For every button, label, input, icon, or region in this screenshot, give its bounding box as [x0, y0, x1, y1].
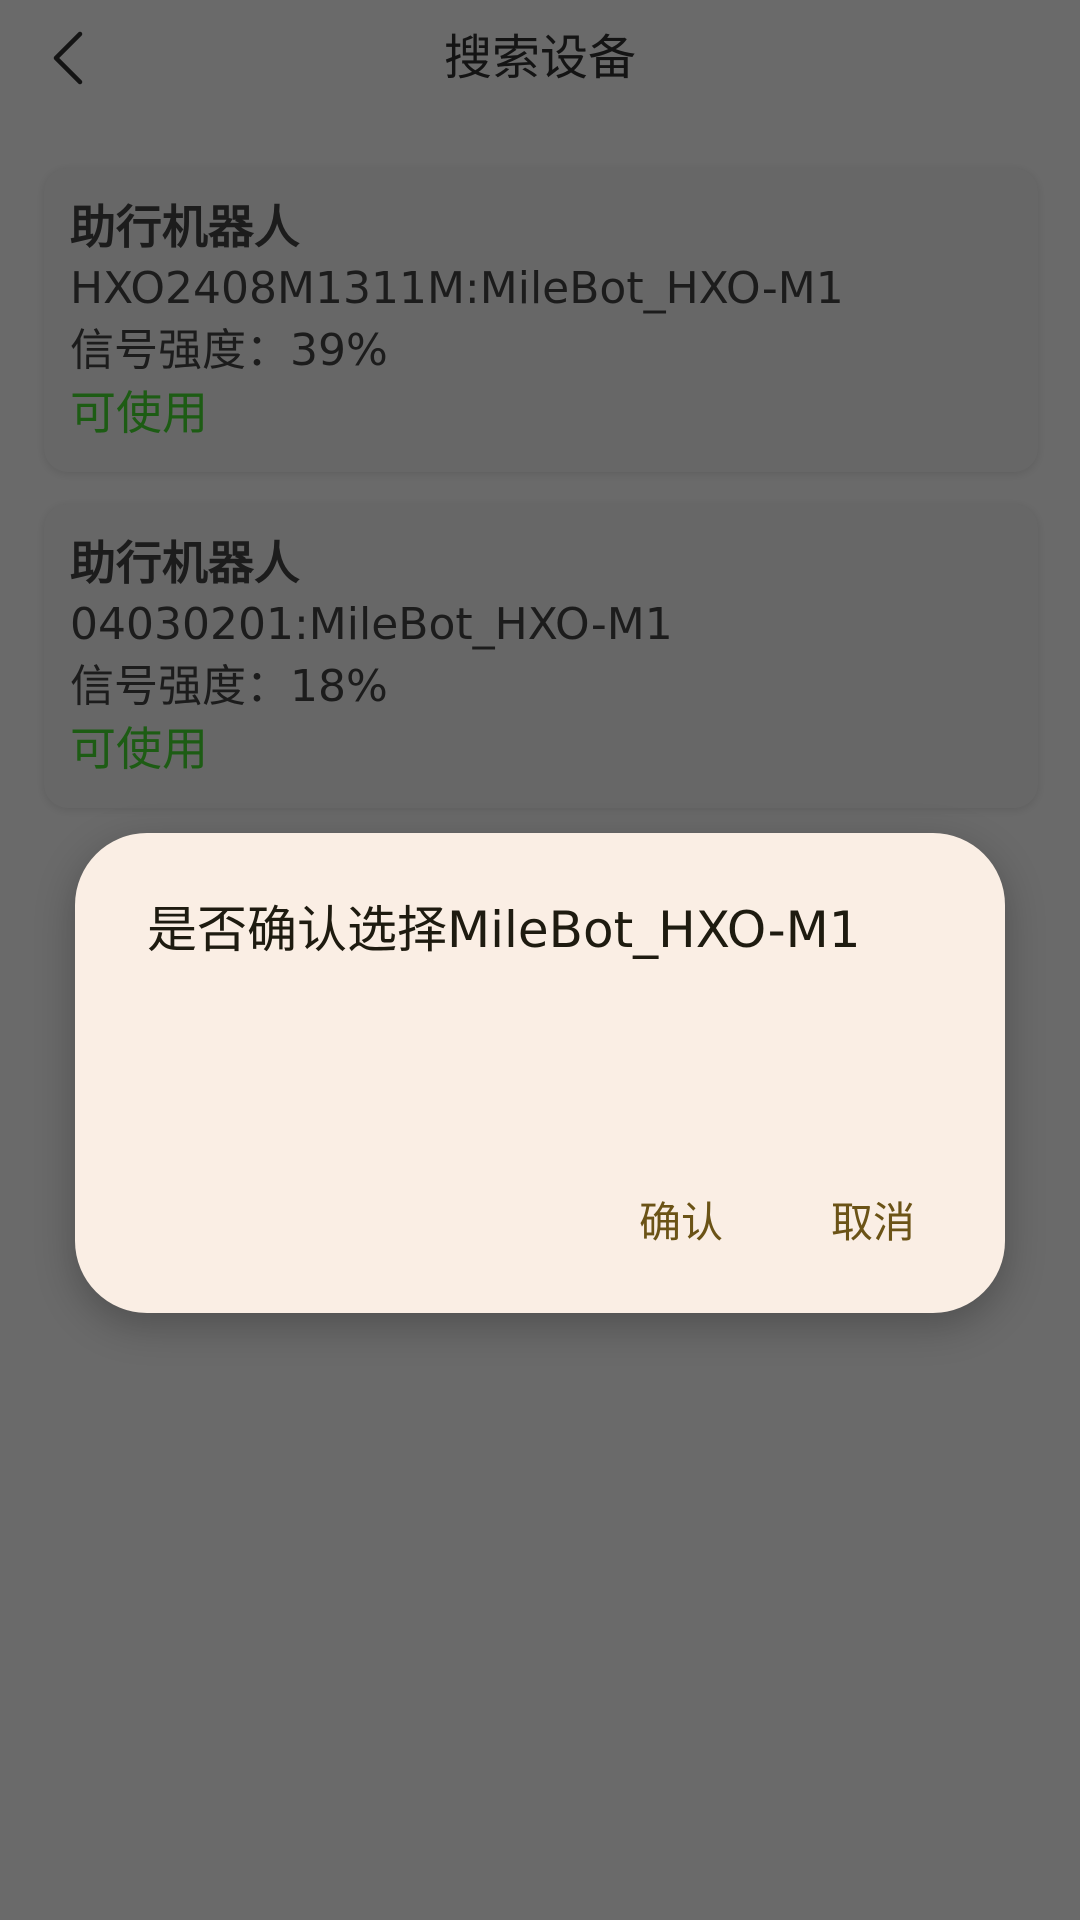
dialog-message: 是否确认选择MileBot_HXO-M1 [147, 901, 861, 959]
modal-scrim[interactable]: 是否确认选择MileBot_HXO-M1 确认 取消 [0, 0, 1080, 1920]
cancel-button[interactable]: 取消 [831, 1193, 915, 1253]
confirm-button[interactable]: 确认 [639, 1193, 723, 1253]
confirm-dialog: 是否确认选择MileBot_HXO-M1 确认 取消 [75, 833, 1005, 1313]
